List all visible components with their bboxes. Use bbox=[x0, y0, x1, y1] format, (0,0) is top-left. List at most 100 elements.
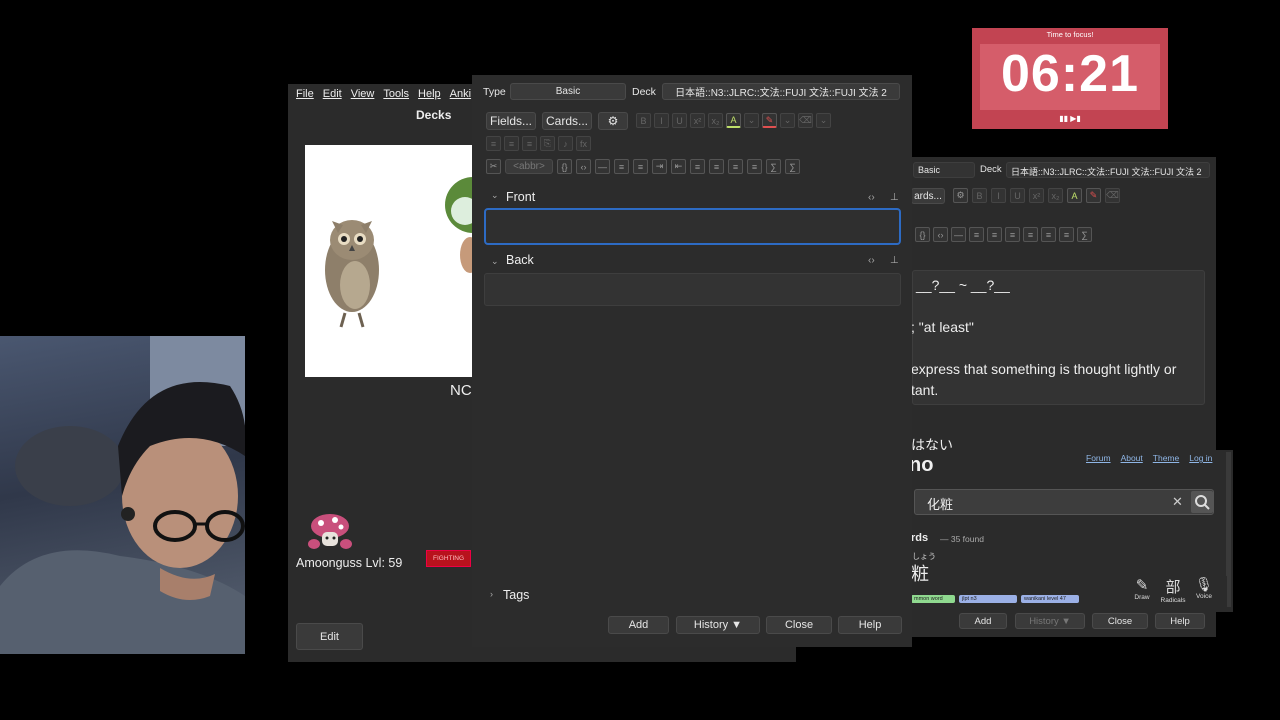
mathjax-clear-icon[interactable]: ∑ bbox=[785, 159, 800, 174]
braces-icon[interactable]: {} bbox=[557, 159, 572, 174]
about-link[interactable]: About bbox=[1121, 453, 1143, 463]
back-field[interactable] bbox=[484, 273, 901, 306]
edit-button[interactable]: Edit bbox=[296, 623, 363, 650]
html-toggle-icon[interactable]: ‹› bbox=[868, 192, 875, 203]
menu-tools[interactable]: Tools bbox=[383, 88, 409, 100]
align-center-icon[interactable]: ≡ bbox=[1023, 227, 1038, 242]
gear-icon[interactable]: ⚙ bbox=[953, 188, 968, 203]
bold-icon[interactable]: B bbox=[972, 188, 987, 203]
chevron-right-icon[interactable]: › bbox=[490, 589, 493, 599]
gear-icon[interactable]: ⚙ bbox=[598, 112, 628, 130]
align-left-icon[interactable]: ≡ bbox=[709, 159, 724, 174]
help-button[interactable]: Help bbox=[838, 616, 902, 634]
bullet-list-icon[interactable]: ≡ bbox=[969, 227, 984, 242]
superscript-icon[interactable]: x² bbox=[1029, 188, 1044, 203]
subscript-icon[interactable]: x₂ bbox=[708, 113, 723, 128]
clear-icon[interactable]: ✕ bbox=[1172, 494, 1183, 510]
help-button-bg[interactable]: Help bbox=[1155, 613, 1205, 629]
hr-icon[interactable]: — bbox=[951, 227, 966, 242]
deck-selector[interactable]: 日本語::N3::JLRC::文法::FUJI 文法::FUJI 文法 2 bbox=[1006, 162, 1210, 178]
numbered-list-icon[interactable]: ≡ bbox=[504, 136, 519, 151]
menu-anki[interactable]: Anki bbox=[450, 88, 471, 100]
timer-controls[interactable]: ▮▮ ▶▮ bbox=[972, 114, 1168, 123]
search-button[interactable] bbox=[1191, 491, 1213, 513]
fields-button[interactable]: Fields... bbox=[486, 112, 536, 130]
add-button[interactable]: Add bbox=[608, 616, 669, 634]
history-button-bg[interactable]: History ▼ bbox=[1015, 613, 1085, 629]
underline-icon[interactable]: U bbox=[1010, 188, 1025, 203]
cards-button[interactable]: ards... bbox=[911, 188, 945, 204]
draw-tool[interactable]: ✎ Draw bbox=[1127, 576, 1157, 610]
indent-icon[interactable]: ⇥ bbox=[652, 159, 667, 174]
chevron-down-icon[interactable]: ⌄ bbox=[780, 113, 795, 128]
pin-icon[interactable]: ⊥ bbox=[890, 255, 899, 266]
italic-icon[interactable]: I bbox=[654, 113, 669, 128]
menu-file[interactable]: File bbox=[296, 88, 314, 100]
function-icon[interactable]: fx bbox=[576, 136, 591, 151]
braces-icon[interactable]: {} bbox=[915, 227, 930, 242]
pet-label: Amoonguss Lvl: 59 bbox=[296, 556, 403, 570]
pin-icon[interactable]: ⊥ bbox=[890, 192, 899, 203]
html-icon[interactable]: ‹› bbox=[933, 227, 948, 242]
webcam-feed bbox=[0, 336, 245, 654]
html-icon[interactable]: ‹› bbox=[576, 159, 591, 174]
abbr-button[interactable]: <abbr> bbox=[505, 159, 553, 174]
outdent-icon[interactable]: ⇤ bbox=[671, 159, 686, 174]
eraser-icon[interactable]: ⌫ bbox=[798, 113, 813, 128]
plant-illustration bbox=[445, 177, 501, 273]
login-link[interactable]: Log in bbox=[1189, 453, 1212, 463]
chevron-down-icon[interactable]: ⌄ bbox=[816, 113, 831, 128]
subscript-icon[interactable]: x₂ bbox=[1048, 188, 1063, 203]
align-left-icon[interactable]: ≡ bbox=[1005, 227, 1020, 242]
menu-help[interactable]: Help bbox=[418, 88, 441, 100]
highlight-icon[interactable]: ✎ bbox=[1086, 188, 1101, 203]
html-toggle-icon[interactable]: ‹› bbox=[868, 255, 875, 266]
microphone-icon[interactable]: ♪ bbox=[558, 136, 573, 151]
search-input[interactable]: 化粧 ✕ bbox=[914, 489, 1214, 515]
align-right-icon[interactable]: ≡ bbox=[1041, 227, 1056, 242]
highlight-icon[interactable]: ✎ bbox=[762, 113, 777, 128]
justify-icon[interactable]: ≡ bbox=[747, 159, 762, 174]
close-button[interactable]: Close bbox=[766, 616, 832, 634]
history-button[interactable]: History ▼ bbox=[676, 616, 760, 634]
mathjax-icon[interactable]: ∑ bbox=[1077, 227, 1092, 242]
note-type-button[interactable]: Basic bbox=[913, 162, 975, 178]
text-color-icon[interactable]: A bbox=[1067, 188, 1082, 203]
add-button-bg[interactable]: Add bbox=[959, 613, 1007, 629]
bullet-list-icon[interactable]: ≡ bbox=[614, 159, 629, 174]
forum-link[interactable]: Forum bbox=[1086, 453, 1111, 463]
cards-button[interactable]: Cards... bbox=[542, 112, 592, 130]
hr-icon[interactable]: — bbox=[595, 159, 610, 174]
close-button-bg[interactable]: Close bbox=[1092, 613, 1148, 629]
card-image bbox=[305, 145, 501, 377]
note-type-button[interactable]: Basic bbox=[510, 83, 626, 100]
word-kanji[interactable]: 粧 bbox=[911, 560, 929, 586]
menu-view[interactable]: View bbox=[351, 88, 375, 100]
radicals-tool[interactable]: 部 Radicals bbox=[1157, 576, 1189, 610]
eraser-icon[interactable]: ⌫ bbox=[1105, 188, 1120, 203]
menu-edit[interactable]: Edit bbox=[323, 88, 342, 100]
mathjax-icon[interactable]: ∑ bbox=[766, 159, 781, 174]
numbered-list-icon[interactable]: ≡ bbox=[633, 159, 648, 174]
superscript-icon[interactable]: x² bbox=[690, 113, 705, 128]
numbered-list-icon[interactable]: ≡ bbox=[987, 227, 1002, 242]
bold-icon[interactable]: B bbox=[636, 113, 651, 128]
attachment-icon[interactable]: ⎘ bbox=[540, 136, 555, 151]
chevron-down-icon[interactable]: ⌄ bbox=[744, 113, 759, 128]
align-icon[interactable]: ≡ bbox=[522, 136, 537, 151]
theme-link[interactable]: Theme bbox=[1153, 453, 1179, 463]
underline-icon[interactable]: U bbox=[672, 113, 687, 128]
text-color-icon[interactable]: A bbox=[726, 113, 741, 128]
menu-bar: File Edit View Tools Help Anki bbox=[288, 84, 488, 104]
bullet-list-icon[interactable]: ≡ bbox=[486, 136, 501, 151]
deck-selector[interactable]: 日本語::N3::JLRC::文法::FUJI 文法::FUJI 文法 2 bbox=[662, 83, 900, 100]
italic-icon[interactable]: I bbox=[991, 188, 1006, 203]
align-center-icon[interactable]: ≡ bbox=[690, 159, 705, 174]
justify-icon[interactable]: ≡ bbox=[1059, 227, 1074, 242]
chevron-down-icon[interactable]: ⌄ bbox=[491, 190, 499, 201]
cloze-icon[interactable]: ✂ bbox=[486, 159, 501, 174]
front-field[interactable] bbox=[484, 208, 901, 245]
voice-tool[interactable]: 🎙 Voice bbox=[1189, 576, 1219, 610]
chevron-down-icon[interactable]: ⌄ bbox=[491, 256, 499, 267]
align-right-icon[interactable]: ≡ bbox=[728, 159, 743, 174]
